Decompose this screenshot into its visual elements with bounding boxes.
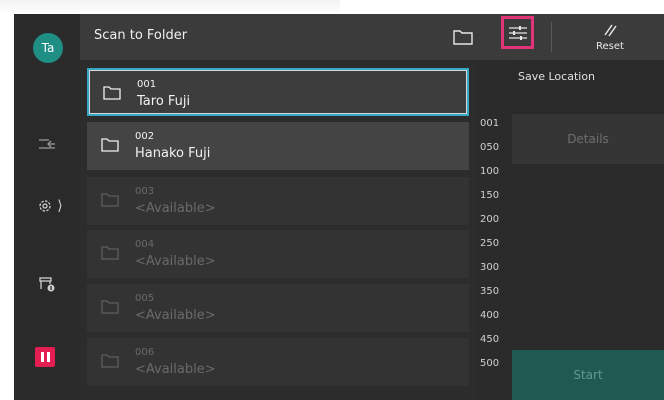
index-label[interactable]: 050 xyxy=(480,142,499,153)
header-bar: Scan to Folder Reset xyxy=(80,14,664,60)
top-edge xyxy=(0,0,340,14)
device-screen: Ta ⟩ Scan to Folder Reset 001 Taro Fuji … xyxy=(14,14,664,400)
folder-icon xyxy=(103,86,121,100)
folder-row[interactable]: 003 <Available> xyxy=(87,177,469,225)
folder-name: <Available> xyxy=(135,201,216,216)
folder-name: Hanako Fuji xyxy=(135,146,211,161)
folder-row[interactable]: 005 <Available> xyxy=(87,284,469,332)
folder-name: <Available> xyxy=(135,254,216,269)
folder-number: 006 xyxy=(135,347,155,358)
start-button[interactable]: Start xyxy=(512,350,664,400)
index-label[interactable]: 250 xyxy=(480,238,499,249)
page-title: Scan to Folder xyxy=(94,28,188,43)
left-rail: Ta ⟩ xyxy=(14,14,80,400)
index-label[interactable]: 100 xyxy=(480,166,499,177)
reset-button[interactable]: Reset xyxy=(580,17,640,57)
index-label[interactable]: 200 xyxy=(480,214,499,225)
folder-row[interactable]: 002 Hanako Fuji xyxy=(87,122,469,170)
details-button[interactable]: Details xyxy=(512,114,664,164)
filter-sliders-icon[interactable] xyxy=(501,16,534,49)
folder-name: Taro Fuji xyxy=(137,94,191,109)
folder-number: 001 xyxy=(137,79,157,90)
folder-row[interactable]: 004 <Available> xyxy=(87,230,469,278)
folder-number: 003 xyxy=(135,186,155,197)
right-panel: Save Location Details Start xyxy=(510,60,664,400)
folder-number: 002 xyxy=(135,131,155,142)
index-jump-column: 001 050 100 150 200 250 300 350 400 450 … xyxy=(476,60,510,400)
folder-icon xyxy=(101,193,119,207)
index-label[interactable]: 500 xyxy=(480,358,499,369)
reset-label: Reset xyxy=(596,41,624,52)
folder-icon xyxy=(101,246,119,260)
folder-name: <Available> xyxy=(135,308,216,323)
save-location-label: Save Location xyxy=(518,70,596,83)
user-avatar[interactable]: Ta xyxy=(33,33,63,63)
device-info-icon[interactable] xyxy=(34,272,60,296)
folder-icon xyxy=(101,354,119,368)
folder-row[interactable]: 001 Taro Fuji xyxy=(87,68,469,116)
index-label[interactable]: 450 xyxy=(480,334,499,345)
folder-icon xyxy=(101,138,119,152)
folder-name: <Available> xyxy=(135,362,216,377)
pause-icon[interactable] xyxy=(35,347,55,367)
index-label[interactable]: 350 xyxy=(480,286,499,297)
folder-list: 001 Taro Fuji 002 Hanako Fuji 003 <Avail… xyxy=(80,60,474,400)
chevron-right-icon: ⟩ xyxy=(57,198,63,214)
reset-icon xyxy=(604,24,617,37)
sign-in-icon[interactable] xyxy=(34,134,60,154)
index-label[interactable]: 150 xyxy=(480,190,499,201)
index-label[interactable]: 300 xyxy=(480,262,499,273)
index-label[interactable]: 001 xyxy=(480,118,499,129)
folder-number: 004 xyxy=(135,239,155,250)
index-label[interactable]: 400 xyxy=(480,310,499,321)
header-divider xyxy=(551,22,552,52)
folder-row[interactable]: 006 <Available> xyxy=(87,338,469,386)
folder-icon xyxy=(101,300,119,314)
folder-number: 005 xyxy=(135,293,155,304)
folder-icon[interactable] xyxy=(450,24,476,50)
settings-gear-icon[interactable]: ⟩ xyxy=(30,194,70,218)
